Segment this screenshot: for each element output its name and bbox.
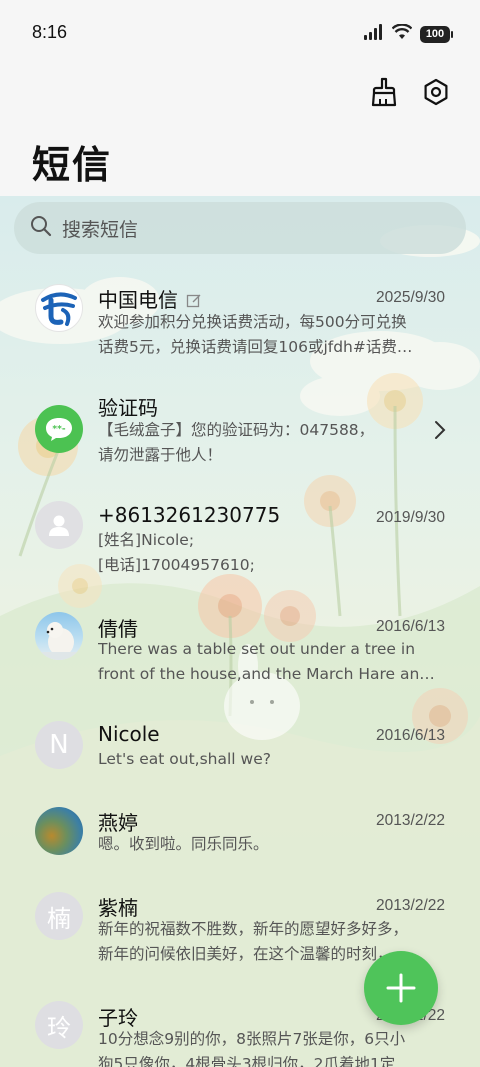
person-icon [35, 501, 83, 549]
conversation-preview: 嗯。收到啦。同乐同乐。 [98, 832, 446, 857]
letter-avatar: N [35, 721, 83, 769]
preview-line: Let's eat out,shall we? [98, 750, 271, 768]
conversation-name: 验证码 [98, 396, 158, 420]
china-telecom-logo-icon [35, 284, 83, 332]
conversation-date: 2025/9/30 [376, 289, 445, 306]
conversation-name: Nicole [98, 722, 160, 746]
settings-icon[interactable] [420, 76, 452, 108]
preview-line: There was a table set out under a tree i… [98, 640, 416, 658]
search-placeholder: 搜索短信 [62, 218, 139, 241]
status-icons: 100 [364, 23, 453, 44]
conversation-item[interactable]: 燕婷 2013/2/22 嗯。收到啦。同乐同乐。 [0, 795, 480, 885]
polar-bear-photo-icon [35, 612, 83, 660]
conversation-date: 2016/6/13 [376, 727, 445, 744]
conversation-preview: 欢迎参加积分兑换话费活动，每500分可兑换 话费5元，兑换话费请回复106或jf… [98, 310, 446, 359]
conversation-preview: 10分想念9别的你，8张照片7张是你，6只小 狗5只像你，4根骨头3根归你，2爪… [98, 1027, 446, 1067]
preview-line: 请勿泄露于他人！ [98, 445, 223, 464]
chevron-right-icon [434, 420, 446, 444]
conversation-date: 2016/6/13 [376, 618, 445, 635]
clean-brush-icon[interactable] [368, 76, 400, 108]
preview-line: 欢迎参加积分兑换话费活动，每500分可兑换 [98, 313, 407, 331]
preview-line: [电话]17004957610; [98, 555, 255, 574]
preview-line: 新年的祝福数不胜数，新年的愿望好多好多， [98, 920, 409, 938]
page-title: 短信 [32, 143, 113, 187]
preview-line: 10分想念9别的你，8张照片7张是你，6只小 [98, 1030, 406, 1048]
preview-line: 狗5只像你，4根骨头3根归你，2爪着地1定… [98, 1054, 411, 1067]
conversation-name: +8613261230775 [98, 503, 281, 527]
letter-avatar: 楠 [35, 892, 83, 940]
status-time: 8:16 [32, 22, 68, 42]
conversation-item[interactable]: **- 验证码 【毛绒盒子】您的验证码为：047588， 请勿泄露于他人！ [0, 380, 480, 490]
battery-indicator: 100 [420, 25, 453, 43]
conversation-item[interactable]: 倩倩 2016/6/13 There was a table set out u… [0, 600, 480, 710]
preview-line: 【毛绒盒子】您的验证码为：047588， [98, 421, 375, 439]
preview-line: front of the house,and the March Hare an… [98, 664, 435, 683]
conversation-item[interactable]: N Nicole 2016/6/13 Let's eat out,shall w… [0, 710, 480, 800]
conversation-item[interactable]: +8613261230775 2019/9/30 [姓名]Nicole; [电话… [0, 490, 480, 600]
letter-avatar: 玲 [35, 1001, 83, 1049]
message-bubble-icon: **- [35, 405, 83, 453]
svg-text:**-: **- [52, 425, 65, 435]
landscape-photo-icon [35, 807, 83, 855]
preview-line: [姓名]Nicole; [98, 531, 195, 549]
conversation-date: 2019/9/30 [376, 509, 445, 526]
conversation-preview: Let's eat out,shall we? [98, 747, 446, 772]
preview-line: 话费5元，兑换话费请回复106或jfdh#话费… [98, 337, 413, 356]
wifi-icon [391, 23, 413, 44]
signal-icon [364, 24, 384, 44]
conversation-preview: There was a table set out under a tree i… [98, 637, 446, 686]
plus-icon [386, 973, 416, 1003]
conversation-preview: 【毛绒盒子】您的验证码为：047588， 请勿泄露于他人！ [98, 418, 428, 467]
conversation-date: 2013/2/22 [376, 897, 445, 914]
new-message-button[interactable] [364, 951, 438, 1025]
conversation-item[interactable]: 中国电信 2025/9/30 欢迎参加积分兑换话费活动，每500分可兑换 话费5… [0, 270, 480, 380]
search-input[interactable]: 搜索短信 [14, 202, 466, 254]
top-actions [368, 76, 452, 108]
preview-line: 嗯。收到啦。同乐同乐。 [98, 835, 269, 853]
conversation-preview: [姓名]Nicole; [电话]17004957610; [98, 528, 446, 577]
status-bar: 8:16 100 [0, 0, 480, 68]
search-icon [30, 215, 52, 241]
conversation-date: 2013/2/22 [376, 812, 445, 829]
